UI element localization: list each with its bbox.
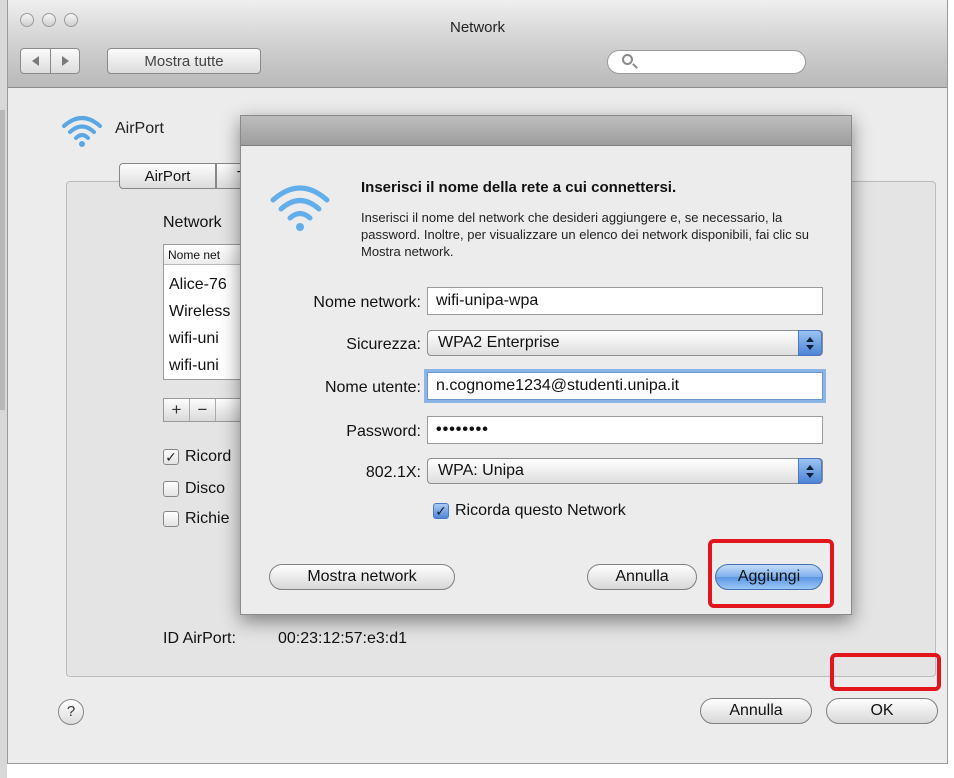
sheet-description: Inserisci il nome del network che deside… [361, 210, 809, 259]
network-list-label: Network [163, 214, 222, 231]
disconnect-checkbox[interactable] [163, 481, 179, 497]
cancel-button[interactable]: Annulla [700, 698, 812, 724]
wifi-icon [270, 185, 330, 231]
remember-networks-checkbox[interactable]: ✓ [163, 449, 179, 465]
option-row[interactable]: Disco [163, 480, 225, 498]
list-item[interactable]: wifi-uni [169, 357, 219, 375]
help-button[interactable]: ? [58, 699, 84, 725]
search-icon [622, 54, 633, 65]
list-header[interactable]: Nome net [164, 245, 252, 265]
ok-button[interactable]: OK [826, 698, 938, 724]
checkbox-label: Ricord [185, 448, 232, 465]
sheet-header-bar [241, 116, 851, 146]
option-row[interactable]: ✓ Ricord [163, 448, 231, 466]
airport-id-value: 00:23:12:57:e3:d1 [278, 630, 408, 647]
highlight-add-button [708, 539, 834, 608]
remember-network-checkbox[interactable]: ✓ [433, 503, 449, 519]
dot1x-value: WPA: Unipa [438, 462, 524, 479]
dot1x-label: 802.1X: [365, 464, 421, 481]
sheet-cancel-button[interactable]: Annulla [587, 564, 697, 590]
highlight-ok-button [830, 653, 941, 691]
password-field[interactable]: •••••••• [427, 416, 823, 444]
desktop-edge [0, 0, 7, 778]
select-arrows-icon [798, 330, 822, 356]
tab-bar: AirPort T [119, 163, 256, 191]
network-preferences-window: Network Mostra tutte AirPort AirPort T N… [7, 0, 948, 764]
select-arrows-icon [798, 458, 822, 484]
search-input[interactable] [607, 50, 806, 74]
remember-network-option[interactable]: ✓ Ricorda questo Network [433, 502, 626, 520]
username-field[interactable]: n.cognome1234@studenti.unipa.it [427, 372, 823, 400]
security-value: WPA2 Enterprise [438, 334, 560, 351]
sheet-title: Inserisci il nome della rete a cui conne… [361, 179, 677, 196]
security-label: Sicurezza: [346, 336, 421, 353]
chevron-right-icon [61, 56, 69, 66]
service-name: AirPort [115, 120, 164, 137]
add-network-button[interactable]: + [164, 399, 190, 421]
security-select[interactable]: WPA2 Enterprise [427, 330, 823, 356]
airport-id-label: ID AirPort: [163, 630, 236, 647]
list-edit-buttons: + − [163, 398, 241, 422]
remove-network-button[interactable]: − [190, 399, 216, 421]
list-item[interactable]: wifi-uni [169, 330, 219, 348]
network-name-label: Nome network: [313, 294, 421, 311]
remember-network-label: Ricorda questo Network [455, 502, 626, 519]
window-title: Network [449, 19, 505, 36]
show-networks-button[interactable]: Mostra network [269, 564, 455, 590]
password-label: Password: [346, 423, 421, 440]
network-name-field[interactable]: wifi-unipa-wpa [427, 287, 823, 315]
require-admin-checkbox[interactable] [163, 511, 179, 527]
option-row[interactable]: Richie [163, 510, 229, 528]
chevron-left-icon [32, 56, 39, 66]
show-all-button[interactable]: Mostra tutte [107, 48, 261, 74]
list-item[interactable]: Alice-76 [169, 276, 227, 294]
title-bar: Network [8, 0, 947, 42]
checkbox-label: Disco [185, 480, 226, 497]
list-item[interactable]: Wireless [169, 303, 230, 321]
tab-airport[interactable]: AirPort [119, 163, 216, 189]
forward-button[interactable] [50, 48, 80, 74]
back-button[interactable] [20, 48, 51, 74]
wifi-icon [62, 116, 102, 147]
username-label: Nome utente: [324, 379, 421, 396]
dot1x-select[interactable]: WPA: Unipa [427, 458, 823, 484]
checkbox-label: Richie [185, 510, 230, 527]
